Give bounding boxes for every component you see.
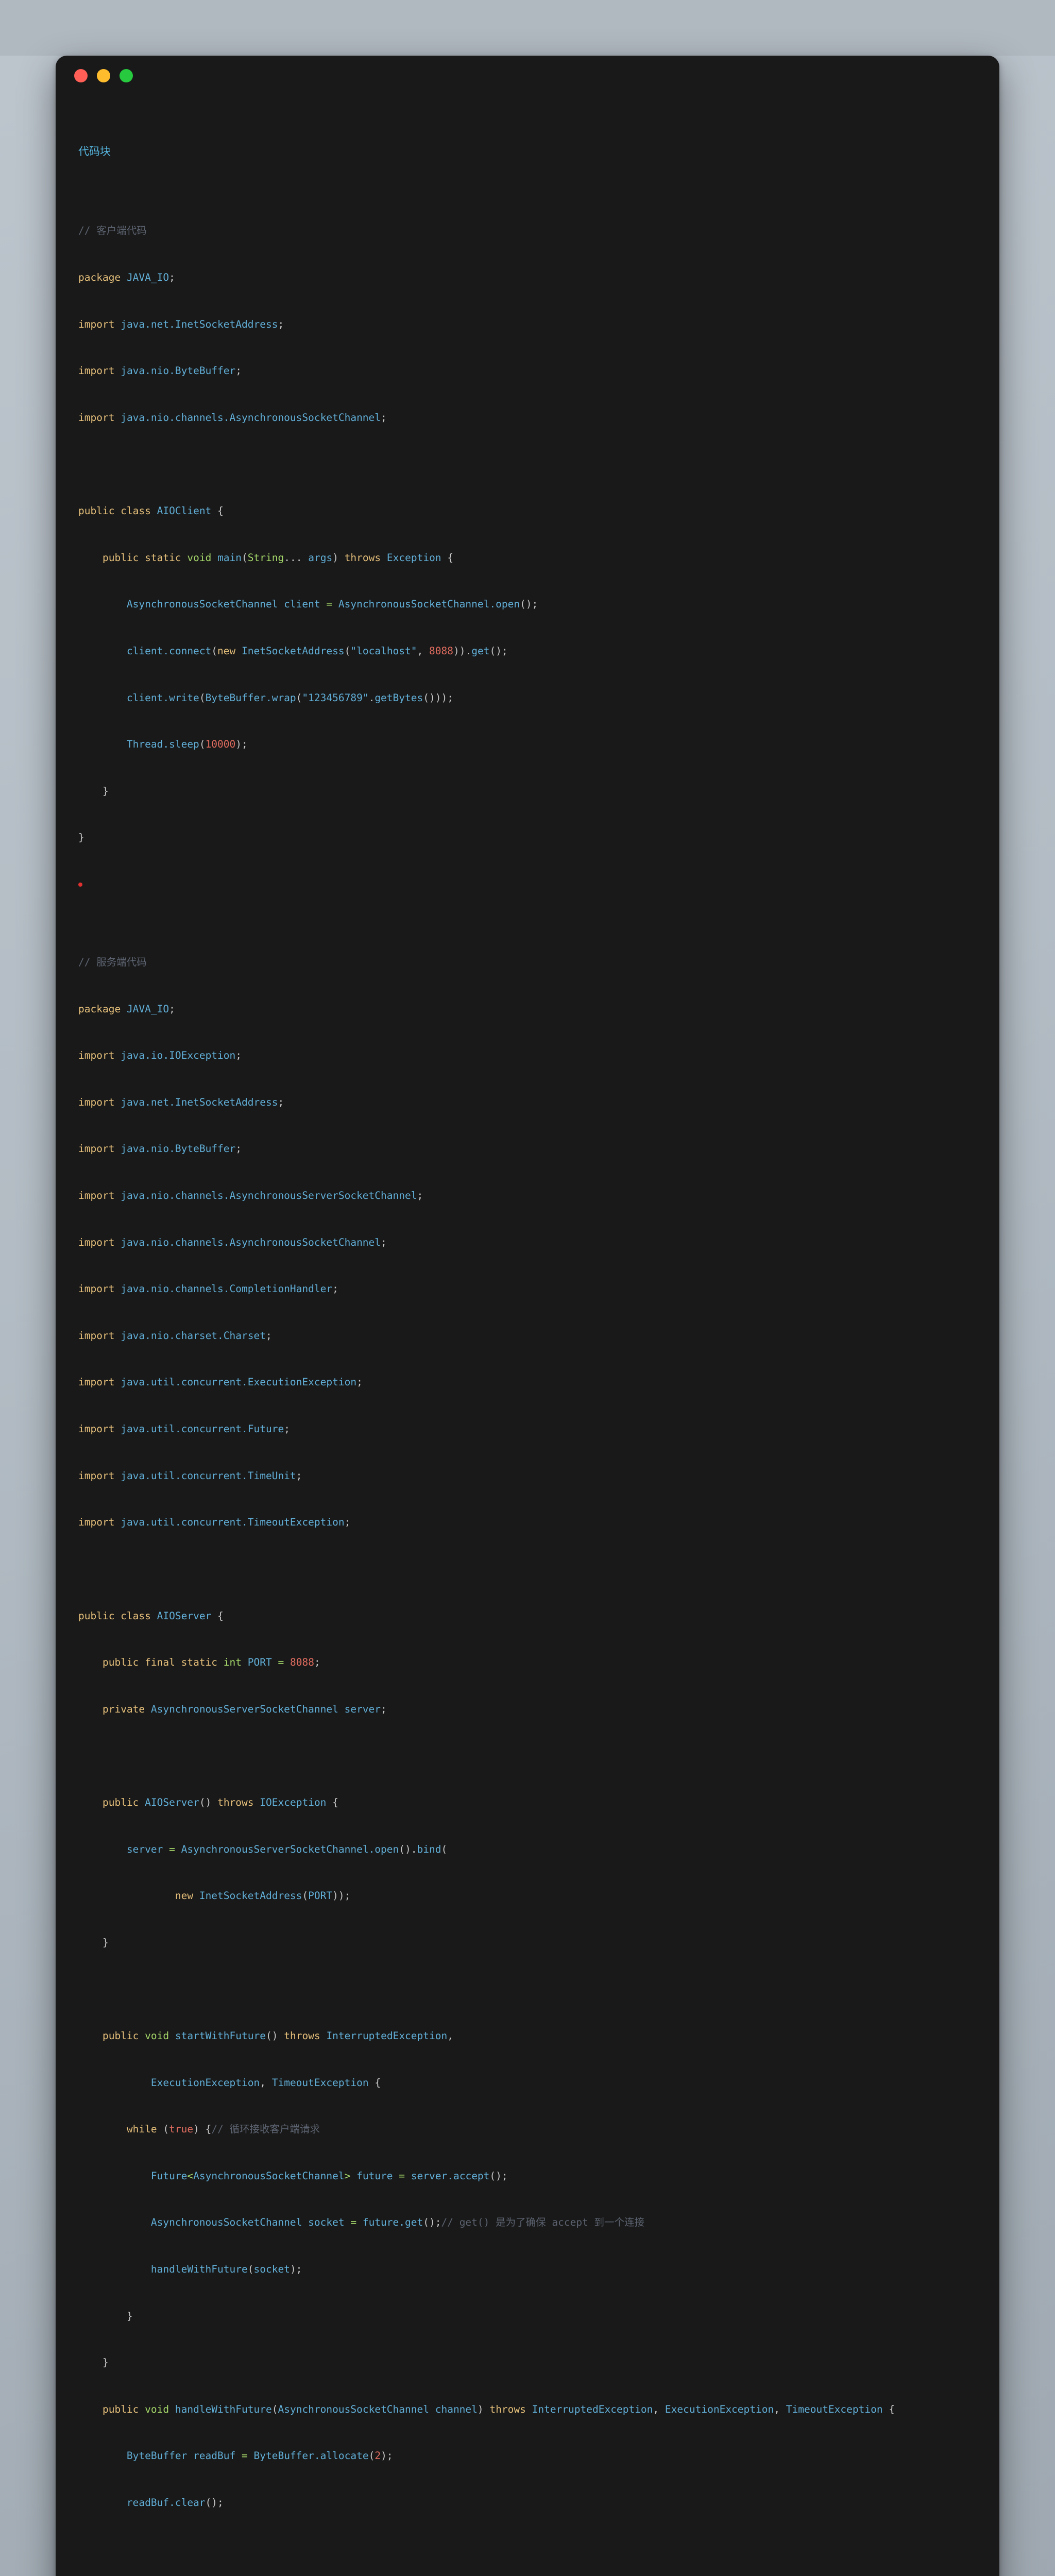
code-line: import java.nio.ByteBuffer; [78, 1143, 242, 1155]
code-line: public final static int PORT = 8088; [102, 1656, 320, 1669]
code-line: import java.net.InetSocketAddress; [78, 1096, 284, 1108]
code-line: public void handleWithFuture(Asynchronou… [102, 2403, 895, 2415]
code-line: client.write(ByteBuffer.wrap("123456789"… [126, 691, 453, 704]
code-line [78, 877, 977, 892]
code-line: ExecutionException, TimeoutException { [150, 2076, 381, 2089]
code-line: public class AIOServer { [78, 1609, 224, 1622]
code-line: import java.util.concurrent.TimeUnit; [78, 1469, 302, 1482]
code-line: AsynchronousSocketChannel client = Async… [126, 598, 538, 611]
code-line: ByteBuffer readBuf = ByteBuffer.allocate… [126, 2450, 393, 2462]
code-line: client.connect(new InetSocketAddress("lo… [126, 645, 508, 657]
code-line: import java.nio.channels.CompletionHandl… [78, 1283, 338, 1295]
comment-get-ensure: // get() 是为了确保 accept 到一个连接 [441, 2216, 645, 2229]
code-line: private AsynchronousServerSocketChannel … [102, 1703, 387, 1715]
code-line: // 服务端代码 [78, 955, 977, 970]
code-line: // 客户端代码 [78, 223, 977, 239]
code-line: Future<AsynchronousSocketChannel> future… [150, 2170, 508, 2182]
code-line: import java.util.concurrent.Future; [78, 1423, 290, 1435]
code-line: } [78, 832, 84, 844]
code-window: 代码块 // 客户端代码 package JAVA_IO; import jav… [56, 56, 999, 2576]
code-line: import java.nio.charset.Charset; [78, 1329, 272, 1342]
code-block-title: 代码块 [78, 145, 111, 158]
code-line: import java.util.concurrent.ExecutionExc… [78, 1376, 363, 1388]
window-titlebar [56, 56, 999, 96]
code-line: public static void main(String... args) … [102, 551, 454, 564]
code-line: import java.nio.channels.AsynchronousSer… [78, 1190, 423, 1202]
code-line: import java.nio.channels.AsynchronousSoc… [78, 1236, 387, 1248]
code-line: } [102, 1936, 109, 1948]
code-line: server = AsynchronousServerSocketChannel… [126, 1843, 448, 1855]
code-line: import java.nio.channels.AsynchronousSoc… [78, 411, 387, 423]
code-line: } [102, 785, 109, 797]
code-line: import java.util.concurrent.TimeoutExcep… [78, 1516, 351, 1529]
code-line: package JAVA_IO; [78, 272, 175, 284]
code-line: } [126, 2310, 133, 2322]
code-line: import java.net.InetSocketAddress; [78, 318, 284, 330]
code-block[interactable]: 代码块 // 客户端代码 package JAVA_IO; import jav… [56, 96, 999, 2576]
code-line: readBuf.clear(); [126, 2497, 224, 2509]
code-line: public AIOServer() throws IOException { [102, 1796, 338, 1808]
maximize-icon[interactable] [120, 69, 133, 82]
minimize-icon[interactable] [97, 69, 110, 82]
close-icon[interactable] [74, 69, 88, 82]
code-line: public void startWithFuture() throws Int… [102, 2029, 453, 2042]
marker-dot [78, 883, 82, 887]
code-line: public class AIOClient { [78, 505, 224, 517]
code-line: while (true) {// 循环接收客户端请求 [126, 2123, 320, 2136]
code-line: import java.nio.ByteBuffer; [78, 365, 242, 377]
code-line: new InetSocketAddress(PORT)); [175, 1890, 351, 1902]
code-line: Thread.sleep(10000); [126, 738, 248, 751]
code-line: handleWithFuture(socket); [150, 2263, 302, 2276]
server-code-comment: // 服务端代码 [78, 956, 147, 968]
code-line: package JAVA_IO; [78, 1003, 175, 1015]
code-line: } [102, 2357, 109, 2369]
code-line: import java.io.IOException; [78, 1049, 242, 1062]
code-line: AsynchronousSocketChannel socket = futur… [150, 2216, 645, 2229]
client-code-comment: // 客户端代码 [78, 225, 147, 237]
comment-loop-accept: // 循环接收客户端请求 [211, 2123, 320, 2136]
